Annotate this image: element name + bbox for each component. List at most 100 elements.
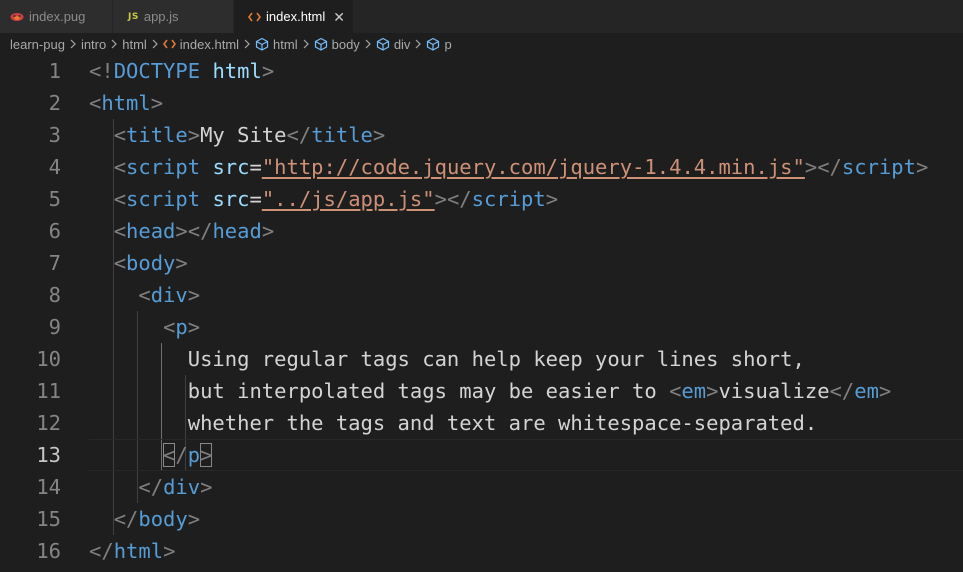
code-token: > [706, 379, 719, 403]
code-text: <body> [89, 247, 188, 279]
code-text: whether the tags and text are whitespace… [89, 407, 817, 439]
code-line[interactable]: 15 </body> [0, 503, 963, 535]
pug-icon [10, 12, 24, 22]
code-token: > [150, 91, 164, 115]
line-number: 16 [36, 539, 61, 563]
chevron-right-icon [110, 39, 118, 49]
line-number: 8 [48, 283, 61, 307]
code-token: / [175, 443, 188, 467]
code-line[interactable]: 12 whether the tags and text are whitesp… [0, 407, 963, 439]
code-line[interactable]: 1 <!DOCTYPE html> [0, 55, 963, 87]
breadcrumb: learn-pug intro html index.html html bod… [0, 33, 963, 55]
tab-index-html[interactable]: index.html ✕ [234, 0, 354, 33]
code-line[interactable]: 13 </p> [0, 439, 963, 471]
code-token: </ [138, 475, 164, 499]
code-text: </body> [89, 503, 200, 535]
code-line[interactable]: 6 <head></head> [0, 215, 963, 247]
code-token: </ [286, 123, 312, 147]
tab-app-js[interactable]: JS app.js [113, 0, 234, 33]
code-line[interactable]: 5 <script src="../js/app.js"></script> [0, 183, 963, 215]
code-line[interactable]: 10 Using regular tags can help keep your… [0, 343, 963, 375]
code-token: visualize [718, 379, 830, 403]
tag-name: p [187, 443, 201, 467]
chevron-right-icon [302, 39, 310, 49]
line-number: 3 [48, 123, 61, 147]
breadcrumb-folder-html[interactable]: html [122, 37, 147, 52]
code-token: > [187, 123, 201, 147]
html-icon [248, 12, 261, 22]
code-token: > [175, 251, 188, 275]
code-token: ></ [434, 187, 472, 211]
code-token: > [187, 507, 201, 531]
tag-name: p [175, 315, 188, 339]
editor-tab-bar: index.pug JS app.js index.html ✕ [0, 0, 963, 33]
tag-name: div [163, 475, 201, 499]
line-number: 4 [48, 155, 61, 179]
symbol-cube-icon [426, 37, 440, 51]
tab-label: index.pug [29, 9, 86, 24]
code-token: but interpolated tags may be easier to [89, 379, 670, 403]
code-token: ></ [175, 219, 213, 243]
html-icon [162, 39, 176, 49]
tab-index-pug[interactable]: index.pug [0, 0, 113, 33]
code-token: > [372, 123, 386, 147]
code-line[interactable]: 14 </div> [0, 471, 963, 503]
tag-name: head [126, 219, 176, 243]
code-line[interactable]: 11 but interpolated tags may be easier t… [0, 375, 963, 407]
code-token: DOCTYPE [113, 59, 201, 83]
code-text: </html> [89, 535, 175, 567]
breadcrumb-symbol-body[interactable]: body [314, 37, 360, 52]
code-line[interactable]: 2 <html> [0, 87, 963, 119]
code-editor[interactable]: 1 <!DOCTYPE html> 2 <html> 3 <title>My Site<… [0, 55, 963, 572]
tag-name: script [841, 155, 916, 179]
line-number: 14 [36, 475, 61, 499]
code-text: <div> [89, 279, 200, 311]
code-token: < [113, 219, 127, 243]
code-token: > [915, 155, 929, 179]
code-token: < [113, 251, 127, 275]
breadcrumb-file[interactable]: index.html [162, 37, 239, 52]
breadcrumb-symbol-p[interactable]: p [426, 37, 452, 52]
tab-label: app.js [143, 9, 179, 24]
code-text: <html> [89, 87, 163, 119]
code-line[interactable]: 3 <title>My Site</title> [0, 119, 963, 151]
breadcrumb-symbol-html[interactable]: html [255, 37, 298, 52]
code-text: Using regular tags can help keep your li… [89, 343, 805, 375]
breadcrumb-symbol-div[interactable]: div [376, 36, 411, 52]
breadcrumb-folder-intro[interactable]: intro [81, 37, 106, 52]
tag-name: html [101, 91, 151, 115]
tag-name: script [126, 187, 201, 211]
code-text: </div> [89, 471, 212, 503]
line-number: 6 [48, 219, 61, 243]
breadcrumb-folder-learn-pug[interactable]: learn-pug [10, 37, 65, 52]
code-line[interactable]: 9 <p> [0, 311, 963, 343]
code-token: < [89, 91, 102, 115]
symbol-cube-icon [255, 37, 269, 51]
code-line[interactable]: 8 <div> [0, 279, 963, 311]
js-icon: JS [128, 11, 139, 22]
chevron-right-icon [243, 39, 251, 49]
code-text: <title>My Site</title> [89, 119, 386, 151]
attribute-name: html [212, 59, 262, 83]
line-number: 15 [36, 507, 61, 531]
close-icon[interactable]: ✕ [333, 10, 345, 24]
tag-name: html [113, 539, 164, 563]
code-line[interactable]: 7 <body> [0, 247, 963, 279]
breadcrumb-symbol-label: div [393, 36, 411, 52]
code-line[interactable]: 16 </html> [0, 535, 963, 567]
code-line[interactable]: 4 <script src="http://code.jquery.com/jq… [0, 151, 963, 183]
chevron-right-icon [414, 39, 422, 49]
tag-name: em [681, 379, 707, 403]
attribute-name: src [212, 187, 250, 211]
line-number: 2 [48, 91, 61, 115]
tag-name: script [471, 187, 546, 211]
